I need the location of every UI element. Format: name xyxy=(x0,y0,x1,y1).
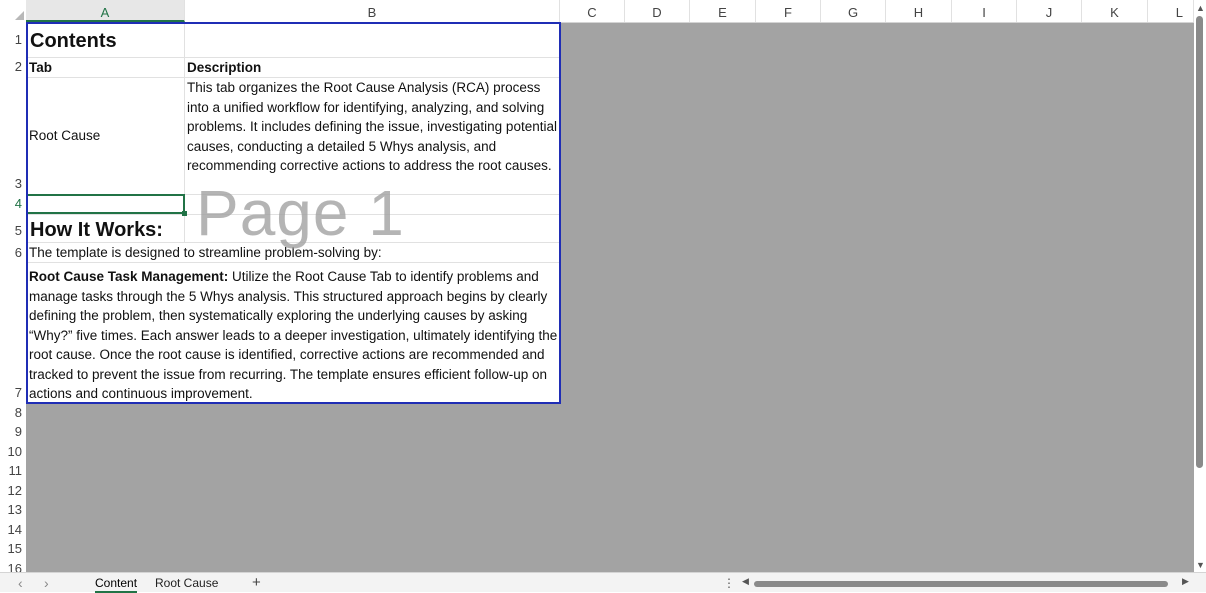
column-header-d[interactable]: D xyxy=(625,0,690,22)
column-header-a[interactable]: A xyxy=(26,0,185,22)
horizontal-scroll-thumb[interactable] xyxy=(754,581,1168,587)
chevron-right-icon[interactable]: › xyxy=(44,575,49,591)
row-header-3[interactable]: 3 xyxy=(0,176,22,191)
tab-content[interactable]: Content xyxy=(95,576,138,593)
column-header-l[interactable]: L xyxy=(1148,0,1194,22)
row-header-11[interactable]: 11 xyxy=(0,463,23,478)
column-header-b[interactable]: B xyxy=(185,0,560,22)
column-header-j[interactable]: J xyxy=(1017,0,1082,22)
gridline xyxy=(184,23,185,214)
contents-title[interactable]: Contents xyxy=(30,28,117,54)
non-print-area-bottom xyxy=(26,404,560,572)
scroll-up-icon[interactable]: ▲ xyxy=(1196,3,1205,13)
description-column-header[interactable]: Description xyxy=(187,58,261,78)
vertical-scrollbar[interactable]: ▲ ▼ xyxy=(1194,0,1206,572)
add-sheet-icon[interactable]: + xyxy=(252,574,261,591)
row-header-5[interactable]: 5 xyxy=(0,223,22,238)
task-management-title: Root Cause Task Management: xyxy=(29,269,229,284)
row-header-2[interactable]: 2 xyxy=(0,59,22,74)
root-cause-description-cell[interactable]: This tab organizes the Root Cause Analys… xyxy=(187,78,557,176)
gridline xyxy=(26,57,560,58)
row-header-10[interactable]: 10 xyxy=(0,444,22,459)
column-header-k[interactable]: K xyxy=(1082,0,1148,22)
select-all-corner[interactable] xyxy=(0,0,26,22)
row-header-16[interactable]: 16 xyxy=(0,561,22,572)
row-header-13[interactable]: 13 xyxy=(0,502,22,517)
column-header-g[interactable]: G xyxy=(821,0,886,22)
root-cause-tab-cell[interactable]: Root Cause xyxy=(29,126,100,146)
task-management-text: Utilize the Root Cause Tab to identify p… xyxy=(29,269,558,401)
column-header-bar: A B C D E F G H I J K L xyxy=(0,0,1194,23)
horizontal-scrollbar[interactable]: ◀ ▶ xyxy=(742,576,1194,589)
column-header-c[interactable]: C xyxy=(560,0,625,22)
row-header-14[interactable]: 14 xyxy=(0,522,22,537)
page-watermark: Page 1 xyxy=(196,177,405,249)
column-header-e[interactable]: E xyxy=(690,0,756,22)
gridline xyxy=(184,214,185,242)
row-header-9[interactable]: 9 xyxy=(0,424,22,439)
row-header-6[interactable]: 6 xyxy=(0,245,22,260)
selected-cell-a4[interactable] xyxy=(26,194,185,214)
column-header-f[interactable]: F xyxy=(756,0,821,22)
more-options-icon[interactable]: ⋮ xyxy=(723,576,735,590)
row-header-4[interactable]: 4 xyxy=(0,196,22,211)
scroll-down-icon[interactable]: ▼ xyxy=(1196,560,1205,570)
how-it-works-title[interactable]: How It Works: xyxy=(30,217,163,243)
row-header-15[interactable]: 15 xyxy=(0,541,22,556)
tab-root-cause[interactable]: Root Cause xyxy=(155,576,218,590)
column-header-i[interactable]: I xyxy=(952,0,1017,22)
select-all-triangle-icon xyxy=(15,11,24,20)
row-header-1[interactable]: 1 xyxy=(0,32,22,47)
row-header-8[interactable]: 8 xyxy=(0,405,22,420)
row-header-7[interactable]: 7 xyxy=(0,385,22,400)
scroll-right-icon[interactable]: ▶ xyxy=(1182,576,1189,587)
row-header-12[interactable]: 12 xyxy=(0,483,22,498)
fill-handle[interactable] xyxy=(182,211,187,216)
tab-column-header[interactable]: Tab xyxy=(29,58,52,78)
row-header-bar: 1 2 3 4 5 6 7 8 9 10 11 12 13 14 15 16 xyxy=(0,22,26,572)
task-management-cell[interactable]: Root Cause Task Management: Utilize the … xyxy=(29,267,558,404)
column-header-h[interactable]: H xyxy=(886,0,952,22)
vertical-scroll-thumb[interactable] xyxy=(1196,16,1203,468)
sheet-tab-bar: ‹ › Content Root Cause + ⋮ ◀ ▶ xyxy=(0,572,1206,593)
chevron-left-icon[interactable]: ‹ xyxy=(18,575,23,591)
scroll-left-icon[interactable]: ◀ xyxy=(742,576,749,587)
non-print-area-right xyxy=(560,23,1194,572)
